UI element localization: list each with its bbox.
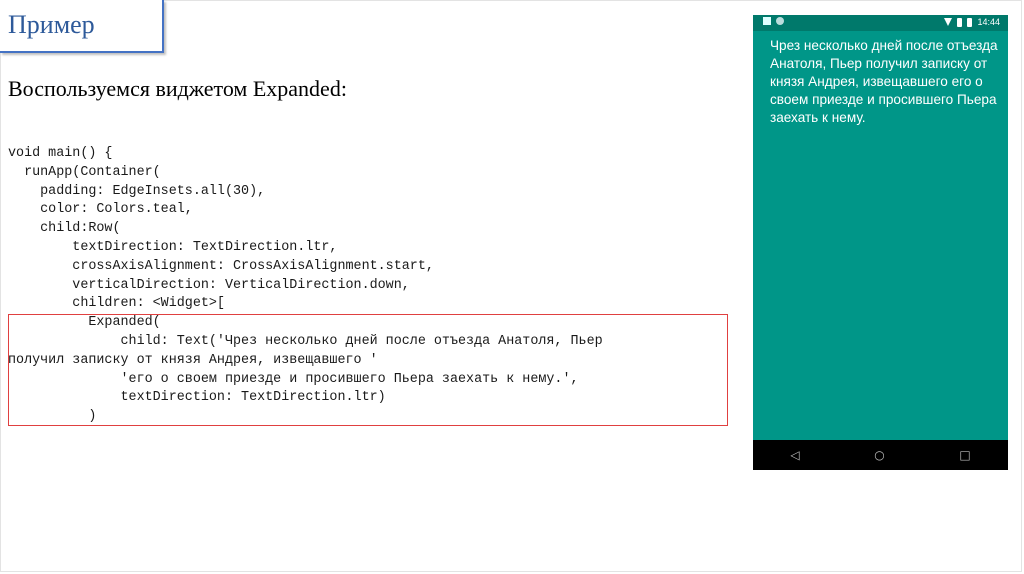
code-line: void main() {: [8, 146, 113, 161]
expanded-highlight-box: [8, 314, 728, 426]
phone-screenshot: 14:44 Чрез несколько дней после отъезда …: [753, 15, 1008, 470]
recents-icon[interactable]: □: [959, 448, 970, 462]
title-box: Пример: [0, 0, 164, 53]
no-sim-icon: [957, 17, 963, 27]
home-icon[interactable]: ○: [874, 448, 884, 462]
image-notification-icon: [763, 17, 771, 25]
code-line: runApp(Container(: [8, 164, 161, 180]
status-time: 14:44: [977, 17, 1000, 27]
code-line: padding: EdgeInsets.all(30),: [8, 183, 266, 199]
app-notification-icon: [776, 17, 784, 25]
navigation-bar: ◁ ○ □: [753, 440, 1008, 470]
code-line: children: <Widget>[: [8, 296, 225, 312]
back-icon[interactable]: ◁: [790, 448, 799, 462]
status-bar: 14:44: [753, 15, 1008, 31]
expanded-text: Чрез несколько дней после отъезда Анатол…: [770, 38, 998, 125]
slide-title: Пример: [8, 10, 95, 39]
code-line: crossAxisAlignment: CrossAxisAlignment.s…: [8, 258, 434, 274]
code-line: color: Colors.teal,: [8, 202, 193, 218]
slide-subtitle: Воспользуемся виджетом Expanded:: [8, 76, 347, 101]
code-line: verticalDirection: VerticalDirection.dow…: [8, 277, 410, 293]
wifi-icon: [944, 18, 953, 26]
code-line: child:Row(: [8, 221, 121, 237]
battery-icon: [967, 17, 973, 27]
code-line: textDirection: TextDirection.ltr,: [8, 239, 338, 255]
